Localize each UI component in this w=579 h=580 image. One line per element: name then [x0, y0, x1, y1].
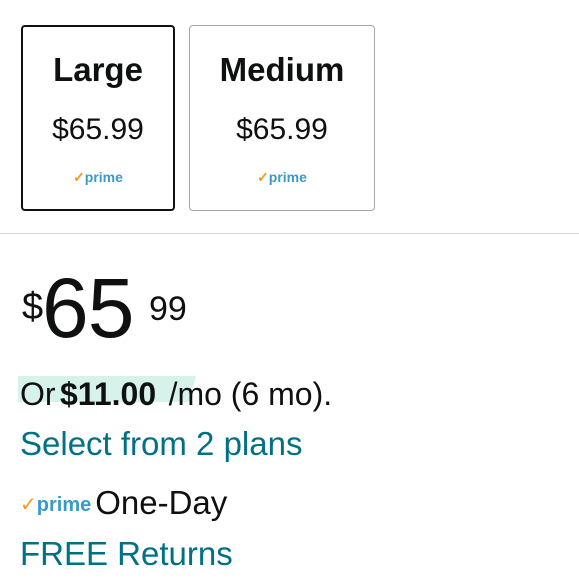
price-fraction: 99	[149, 290, 187, 328]
size-option-medium[interactable]: Medium $65.99 ✓prime	[189, 25, 375, 211]
prime-label: prime	[36, 494, 92, 516]
free-returns-link[interactable]: FREE Returns	[20, 535, 233, 573]
installment-prefix: Or	[20, 376, 56, 412]
delivery-info: ✓prime One-Day	[20, 484, 227, 522]
size-option-name: Medium	[219, 51, 345, 88]
section-divider	[0, 233, 579, 234]
prime-badge: ✓prime	[23, 169, 173, 186]
size-option-price: $65.99	[52, 113, 144, 146]
cut-off-heading	[0, 0, 579, 10]
price-whole: 65	[42, 261, 134, 355]
price-currency-symbol: $	[22, 286, 44, 328]
select-plans-link[interactable]: Select from 2 plans	[20, 425, 302, 463]
size-option-large[interactable]: Large $65.99 ✓prime	[21, 25, 175, 211]
delivery-speed: One-Day	[95, 484, 228, 521]
size-option-name: Large	[53, 51, 143, 88]
prime-badge: ✓prime	[20, 494, 91, 516]
prime-label: prime	[84, 169, 123, 185]
installment-terms: /mo (6 mo).	[168, 376, 333, 412]
prime-check-icon: ✓	[257, 169, 269, 185]
prime-check-icon: ✓	[73, 169, 85, 185]
size-option-price: $65.99	[236, 113, 328, 146]
installment-offer: Or $11.00 /mo (6 mo).	[18, 376, 333, 418]
prime-badge: ✓prime	[190, 169, 374, 186]
prime-label: prime	[268, 169, 307, 185]
prime-check-icon: ✓	[20, 494, 37, 516]
installment-amount: $11.00	[60, 376, 157, 412]
